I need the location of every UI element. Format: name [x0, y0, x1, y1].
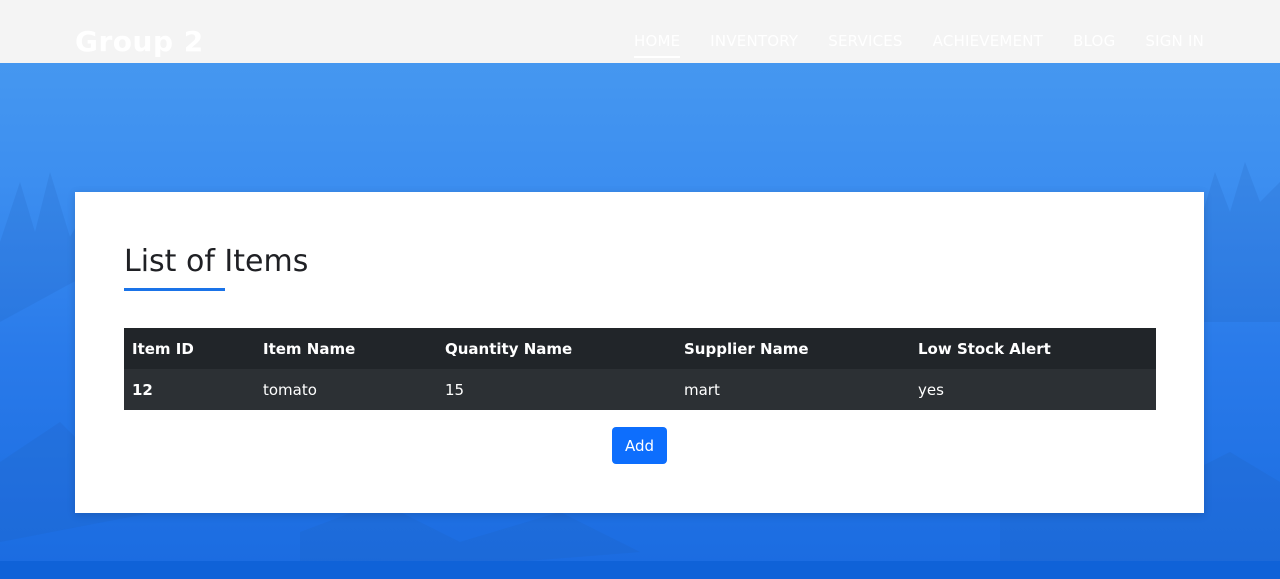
- nav-achievement-link[interactable]: ACHIEVEMENT: [933, 30, 1043, 52]
- nav-home-link[interactable]: HOME: [633, 30, 681, 58]
- page: Group 2 HOME INVENTORY SERVICES ACHIEVEM…: [0, 0, 1280, 579]
- add-button[interactable]: Add: [612, 427, 667, 464]
- nav-blog-link[interactable]: BLOG: [1073, 30, 1115, 52]
- nav-inventory-link[interactable]: INVENTORY: [710, 30, 798, 52]
- nav-services-link[interactable]: SERVICES: [828, 30, 902, 52]
- title-underline: [124, 288, 225, 291]
- cell-item-id: 12: [124, 369, 255, 410]
- header-quantity-name: Quantity Name: [437, 328, 676, 369]
- cell-quantity: 15: [437, 369, 676, 410]
- header-low-stock-alert: Low Stock Alert: [910, 328, 1156, 369]
- table-row: 12 tomato 15 mart yes: [124, 369, 1156, 410]
- top-navbar: Group 2 HOME INVENTORY SERVICES ACHIEVEM…: [0, 0, 1280, 63]
- cell-supplier: mart: [676, 369, 910, 410]
- header-supplier-name: Supplier Name: [676, 328, 910, 369]
- nav-sign-in-link[interactable]: SIGN IN: [1145, 30, 1204, 52]
- table-header-row: Item ID Item Name Quantity Name Supplier…: [124, 328, 1156, 369]
- page-title: List of Items: [124, 244, 309, 279]
- cell-item-name: tomato: [255, 369, 437, 410]
- items-card: List of Items Item ID Item Name Quantity…: [75, 192, 1204, 513]
- cell-low-stock-alert: yes: [910, 369, 1156, 410]
- nav-menu: HOME INVENTORY SERVICES ACHIEVEMENT BLOG…: [633, 30, 1204, 58]
- items-table: Item ID Item Name Quantity Name Supplier…: [124, 328, 1156, 410]
- header-item-name: Item Name: [255, 328, 437, 369]
- footer-strip: [0, 561, 1280, 579]
- header-item-id: Item ID: [124, 328, 255, 369]
- brand-logo[interactable]: Group 2: [75, 24, 204, 60]
